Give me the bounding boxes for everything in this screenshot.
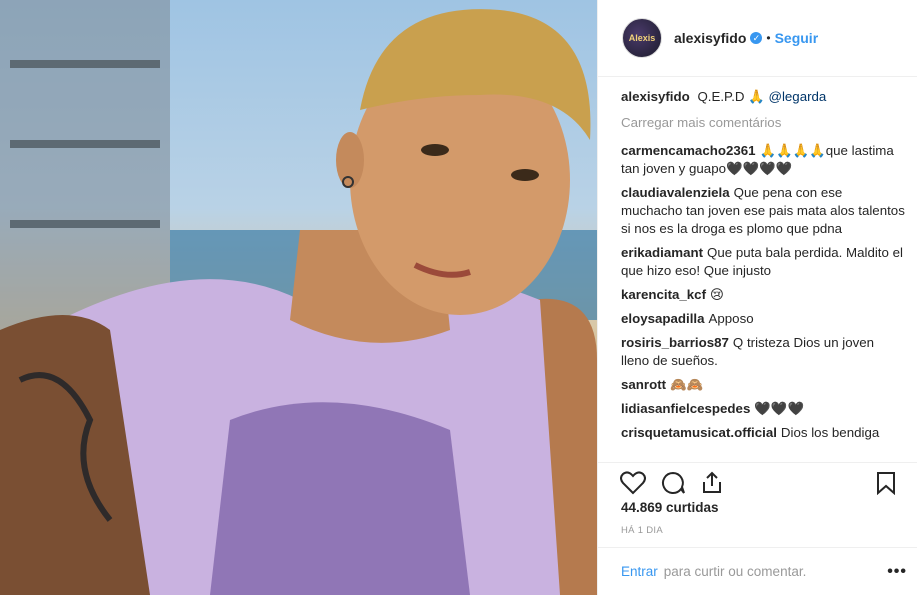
comment-item: carmencamacho2361 🙏🙏🙏🙏que lastima tan jov… bbox=[621, 142, 905, 178]
post-photo[interactable] bbox=[0, 0, 597, 595]
avatar[interactable]: Alexis bbox=[622, 18, 662, 58]
post-sidebar: Alexis alexisyfido ✓ • Seguir alexisyfid… bbox=[597, 0, 917, 595]
comment-item: claudiavalenziela Que pena con ese muchac… bbox=[621, 184, 905, 238]
action-bar bbox=[598, 462, 917, 499]
comment-text: Dios los bendiga bbox=[780, 425, 880, 440]
comment-username[interactable]: crisquetamusicat.official bbox=[621, 425, 777, 440]
instagram-post: Alexis alexisyfido ✓ • Seguir alexisyfid… bbox=[0, 0, 917, 595]
comment-username[interactable]: claudiavalenziela bbox=[621, 185, 730, 200]
avatar-text: Alexis bbox=[628, 33, 656, 43]
header-username[interactable]: alexisyfido bbox=[674, 30, 746, 46]
comment-item: eloysapadilla Apposo bbox=[621, 310, 905, 328]
comment-username[interactable]: karencita_kcf bbox=[621, 287, 706, 302]
load-more-comments-button[interactable]: Carregar mais comentários bbox=[621, 114, 905, 132]
more-options-icon[interactable]: ••• bbox=[887, 563, 907, 581]
comment-text: Apposo bbox=[708, 311, 754, 326]
caption-text: Q.E.P.D 🙏 bbox=[697, 89, 765, 104]
comment-username[interactable]: sanrott bbox=[621, 377, 666, 392]
heart-icon[interactable] bbox=[620, 471, 646, 495]
comment-icon[interactable] bbox=[660, 471, 686, 495]
follow-button[interactable]: Seguir bbox=[775, 30, 819, 46]
comment-text: 😢 bbox=[710, 287, 724, 302]
post-timestamp: HÁ 1 DIA bbox=[621, 525, 663, 536]
comment-username[interactable]: erikadiamant bbox=[621, 245, 703, 260]
comment-username[interactable]: lidiasanfielcespedes bbox=[621, 401, 750, 416]
login-footer: Entrar para curtir ou comentar. ••• bbox=[598, 547, 917, 595]
caption: alexisyfido Q.E.P.D 🙏 @legarda bbox=[621, 88, 905, 106]
photo-illustration bbox=[0, 0, 597, 595]
comment-username[interactable]: eloysapadilla bbox=[621, 311, 705, 326]
comment-username[interactable]: carmencamacho2361 bbox=[621, 143, 756, 158]
bookmark-icon[interactable] bbox=[876, 471, 896, 495]
caption-mention[interactable]: @legarda bbox=[768, 89, 826, 104]
comment-item: crisquetamusicat.official Dios los bendig… bbox=[621, 424, 905, 442]
likes-count[interactable]: 44.869 curtidas bbox=[621, 500, 719, 515]
verified-badge-icon: ✓ bbox=[750, 32, 763, 44]
comment-item: erikadiamant Que puta bala perdida. Maldi… bbox=[621, 244, 905, 280]
comment-text: 🙈🙈 bbox=[670, 377, 704, 392]
comment-text: 🖤🖤🖤 bbox=[754, 401, 805, 416]
login-link[interactable]: Entrar bbox=[621, 564, 658, 579]
share-icon[interactable] bbox=[700, 471, 724, 495]
login-prompt-text: para curtir ou comentar. bbox=[663, 564, 807, 579]
comment-item: rosiris_barrios87 Q tristeza Dios un jove… bbox=[621, 334, 905, 370]
comment-item: lidiasanfielcespedes 🖤🖤🖤 bbox=[621, 400, 905, 418]
comment-item: sanrott 🙈🙈 bbox=[621, 376, 905, 394]
caption-username[interactable]: alexisyfido bbox=[621, 89, 690, 104]
comment-username[interactable]: rosiris_barrios87 bbox=[621, 335, 729, 350]
comments-list[interactable]: alexisyfido Q.E.P.D 🙏 @legarda Carregar … bbox=[621, 88, 905, 458]
comment-item: karencita_kcf 😢 bbox=[621, 286, 905, 304]
header-separator: • bbox=[766, 31, 771, 45]
post-header: Alexis alexisyfido ✓ • Seguir bbox=[598, 0, 917, 77]
